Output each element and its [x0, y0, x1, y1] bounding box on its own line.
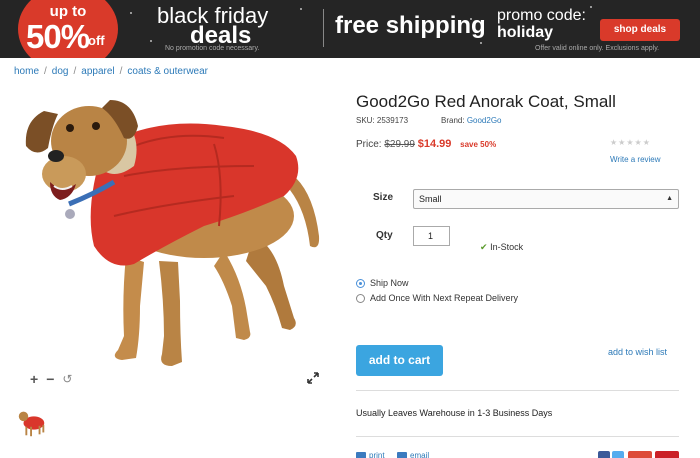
- pinterest-icon[interactable]: [655, 451, 679, 458]
- banner-no-code-note: No promotion code necessary.: [165, 45, 260, 52]
- breadcrumb-home[interactable]: home: [14, 66, 39, 77]
- divider: [356, 390, 679, 391]
- badge-percent: 50%: [26, 18, 90, 55]
- product-thumbnail[interactable]: [14, 405, 50, 441]
- product-image[interactable]: [14, 86, 334, 376]
- google-plus-icon[interactable]: [628, 451, 652, 458]
- size-select[interactable]: Small ▲: [413, 189, 679, 209]
- write-review-link[interactable]: Write a review: [610, 155, 661, 164]
- promo-banner[interactable]: up to 50% off black friday deals No prom…: [0, 0, 700, 58]
- print-link[interactable]: print: [356, 451, 385, 458]
- banner-divider: [323, 9, 324, 47]
- check-icon: ✔: [480, 242, 488, 252]
- email-link[interactable]: email: [397, 451, 429, 458]
- breadcrumb-dog[interactable]: dog: [52, 66, 69, 77]
- select-arrows-icon: ▲: [666, 195, 673, 202]
- zoom-out-icon[interactable]: −: [46, 371, 54, 387]
- divider: [356, 436, 679, 437]
- sale-price: $14.99: [417, 138, 452, 150]
- shop-deals-button[interactable]: shop deals: [600, 19, 680, 41]
- promo-code: holiday: [497, 24, 554, 41]
- add-to-wish-list-link[interactable]: add to wish list: [608, 347, 667, 357]
- ship-now-option[interactable]: Ship Now: [356, 278, 409, 288]
- expand-icon[interactable]: [306, 371, 320, 385]
- shipping-estimate: Usually Leaves Warehouse in 1-3 Business…: [356, 408, 553, 418]
- size-label: Size: [373, 192, 394, 203]
- original-price: $29.99: [384, 139, 415, 150]
- ship-now-label: Ship Now: [370, 278, 409, 288]
- product-sku: SKU: 2539173: [356, 116, 409, 125]
- breadcrumb: home / dog / apparel / coats & outerwear: [14, 66, 209, 77]
- zoom-in-icon[interactable]: +: [30, 371, 38, 387]
- add-to-cart-button[interactable]: add to cart: [356, 345, 443, 376]
- twitter-icon[interactable]: [612, 451, 624, 458]
- free-shipping-text: free shipping: [335, 12, 486, 39]
- stock-status: ✔ In-Stock: [480, 242, 524, 252]
- repeat-delivery-label: Add Once With Next Repeat Delivery: [370, 293, 519, 303]
- save-badge: save 50%: [460, 140, 497, 149]
- facebook-icon[interactable]: [598, 451, 610, 458]
- breadcrumb-apparel[interactable]: apparel: [81, 66, 114, 77]
- price-label: Price:: [356, 139, 382, 150]
- price-block: Price: $29.99 $14.99 save 50%: [356, 138, 496, 150]
- reset-icon[interactable]: ↺: [62, 372, 72, 386]
- qty-label: Qty: [376, 230, 393, 241]
- repeat-delivery-radio[interactable]: [356, 293, 365, 303]
- product-title: Good2Go Red Anorak Coat, Small: [356, 92, 616, 111]
- quantity-input[interactable]: 1: [413, 226, 450, 246]
- breadcrumb-coats[interactable]: coats & outerwear: [127, 66, 208, 77]
- rating-stars[interactable]: ★★★★★: [610, 138, 651, 147]
- email-icon: [397, 451, 407, 458]
- ship-now-radio[interactable]: [356, 278, 365, 288]
- offer-note: Offer valid online only. Exclusions appl…: [535, 45, 660, 52]
- image-tools: + − ↺: [30, 371, 72, 387]
- product-brand: Brand: Good2Go: [441, 116, 502, 125]
- print-icon: [356, 451, 366, 458]
- promo-code-label: promo code:: [497, 7, 586, 24]
- repeat-delivery-option[interactable]: Add Once With Next Repeat Delivery: [356, 293, 518, 303]
- size-selected-value: Small: [419, 194, 442, 204]
- badge-off: off: [88, 33, 105, 48]
- brand-link[interactable]: Good2Go: [467, 116, 502, 125]
